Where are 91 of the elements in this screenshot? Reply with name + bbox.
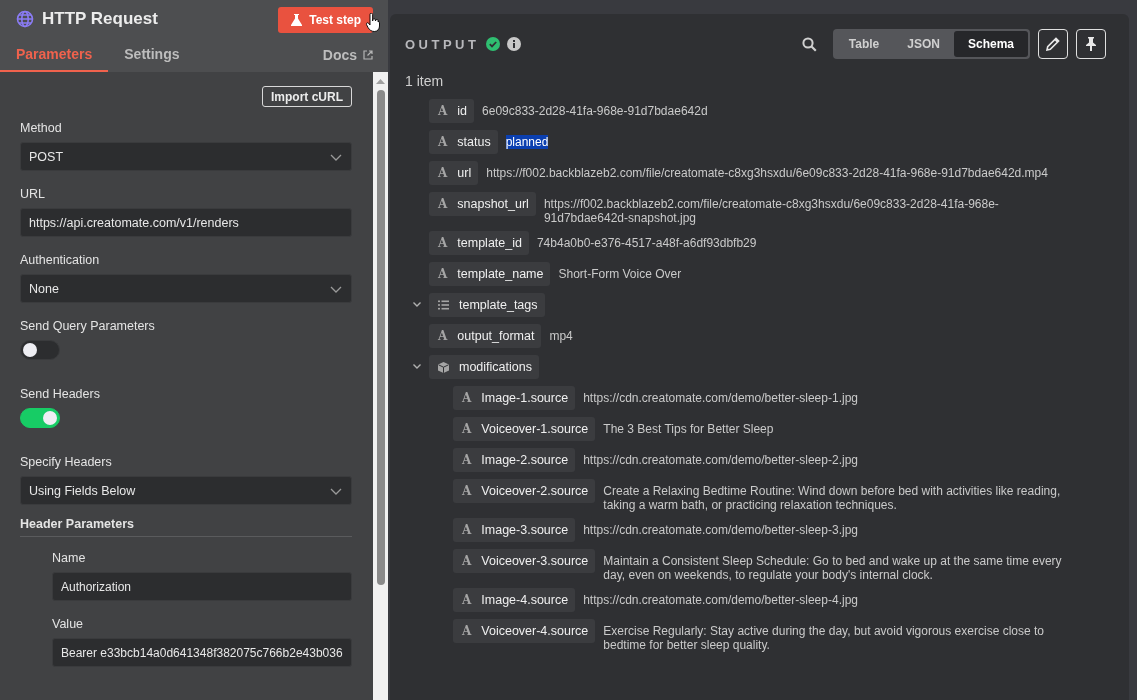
view-tab[interactable]: Schema (953, 31, 1028, 57)
text-type-icon: A (438, 236, 448, 250)
field-value: 74b4a0b0-e376-4517-a48f-a6df93dbfb29 (536, 236, 757, 250)
scrollbar[interactable] (373, 72, 388, 700)
text-type-icon: A (438, 135, 448, 149)
info-icon (507, 37, 522, 51)
hand-cursor-icon (366, 13, 380, 32)
edit-button[interactable] (1038, 29, 1068, 59)
toggle-switch[interactable] (20, 408, 60, 428)
chevron-down-icon[interactable] (412, 363, 422, 370)
select-field[interactable]: Using Fields Below (20, 476, 352, 505)
pin-icon (1085, 37, 1097, 51)
text-type-icon: A (438, 166, 448, 180)
input-field[interactable]: Authorization (52, 572, 352, 601)
field-key-tag: A Voiceover-2.source (453, 479, 596, 503)
search-icon[interactable] (801, 36, 817, 52)
field-key-tag: A snapshot_url (429, 192, 536, 216)
text-type-icon: A (438, 267, 448, 281)
pencil-icon (1046, 37, 1060, 51)
text-type-icon: A (462, 391, 472, 405)
field-key-tag: A Image-3.source (453, 518, 576, 542)
field-label: Send Headers (20, 387, 101, 401)
field-value: The 3 Best Tips for Better Sleep (603, 422, 774, 436)
field-label: URL (20, 187, 46, 201)
text-type-icon: A (462, 453, 472, 467)
item-count: 1 item (405, 73, 445, 89)
field-key-tag: A Image-4.source (453, 588, 576, 612)
text-type-icon: A (462, 624, 472, 638)
panel-title: OUTPUT (405, 36, 480, 52)
text-type-icon: A (462, 484, 472, 498)
pin-button[interactable] (1076, 29, 1106, 59)
field-label: Authentication (20, 253, 101, 267)
globe-icon (16, 9, 34, 28)
external-link-icon (363, 50, 373, 60)
docs-link[interactable]: Docs (322, 47, 373, 72)
text-type-icon: A (438, 197, 448, 211)
field-value: Exercise Regularly: Stay active during the day, but avoid vigorous exercise close to bedtime for better sleep quality. (603, 624, 1044, 652)
text-type-icon: A (462, 422, 472, 436)
field-value: Short-Form Voice Over (558, 267, 682, 281)
cube-icon (438, 361, 449, 373)
section-heading: Header Parameters (20, 517, 135, 531)
flask-icon (291, 13, 303, 26)
import-curl-button[interactable]: Import cURL (262, 86, 352, 107)
text-type-icon: A (462, 523, 472, 537)
view-tab[interactable]: Table (834, 31, 894, 57)
text-type-icon: A (462, 554, 472, 568)
tab[interactable]: Settings (108, 46, 196, 72)
test-step-button[interactable]: Test step (278, 6, 373, 33)
field-key-tag: A output_format (429, 324, 542, 348)
text-type-icon: A (438, 329, 448, 343)
chevron-down-icon[interactable] (412, 301, 422, 308)
field-value: Create a Relaxing Bedtime Routine: Wind down before bed with activities like reading, taking a warm bath, or practicing relaxation techniques. (603, 484, 1061, 512)
field-key-tag: A url (429, 161, 479, 185)
text-type-icon: A (462, 593, 472, 607)
field-key-tag: A id (429, 99, 475, 123)
field-label: Value (52, 617, 85, 631)
input-field[interactable]: https://api.creatomate.com/v1/renders (20, 208, 352, 237)
field-value: https://cdn.creatomate.com/demo/better-sleep-3.jpg (583, 523, 858, 537)
field-label: Send Query Parameters (20, 319, 156, 333)
select-field[interactable]: POST (20, 142, 352, 171)
text-type-icon: A (438, 104, 448, 118)
field-value: planned (505, 135, 549, 149)
field-key-tag: modifications (429, 355, 539, 379)
field-value: https://f002.backblazeb2.com/file/creatomate-c8xg3hsxdu/6e09c833-2d28-41fa-968e-91d7bdae642d-snapshot.jpg (543, 197, 999, 225)
list-icon (438, 300, 449, 310)
field-label: Specify Headers (20, 455, 113, 469)
scrollbar-thumb[interactable] (376, 90, 385, 585)
field-value: 6e09c833-2d28-41fa-968e-91d7bdae642d (482, 104, 708, 118)
field-key-tag: A Voiceover-1.source (453, 417, 596, 441)
toggle-switch[interactable] (20, 340, 60, 360)
field-key-tag: template_tags (429, 293, 545, 317)
input-field[interactable]: Bearer e33bcb14a0d641348f382075c766b2e43b036 (52, 638, 352, 667)
field-label: Method (20, 121, 63, 135)
field-value: mp4 (549, 329, 573, 343)
field-key-tag: A template_id (429, 231, 529, 255)
field-key-tag: A Voiceover-3.source (453, 549, 596, 573)
field-value: Maintain a Consistent Sleep Schedule: Go to bed and wake up at the same time every day, even on weekends, to regulate your body's internal clock. (603, 554, 1062, 582)
select-field[interactable]: None (20, 274, 352, 303)
field-key-tag: A Voiceover-4.source (453, 619, 596, 643)
field-value: https://f002.backblazeb2.com/file/creatomate-c8xg3hsxdu/6e09c833-2d28-41fa-968e-91d7bdae642d.mp4 (486, 166, 1048, 180)
field-value: https://cdn.creatomate.com/demo/better-sleep-4.jpg (583, 593, 858, 607)
field-key-tag: A Image-2.source (453, 448, 576, 472)
field-key-tag: A template_name (429, 262, 551, 286)
field-key-tag: A Image-1.source (453, 386, 576, 410)
field-value: https://cdn.creatomate.com/demo/better-sleep-2.jpg (583, 453, 858, 467)
view-tab[interactable]: JSON (893, 31, 954, 57)
field-label: Name (52, 551, 87, 565)
field-key-tag: A status (429, 130, 498, 154)
field-value: https://cdn.creatomate.com/demo/better-sleep-1.jpg (583, 391, 858, 405)
node-title: HTTP Request (42, 8, 158, 29)
success-check-icon (486, 37, 501, 51)
